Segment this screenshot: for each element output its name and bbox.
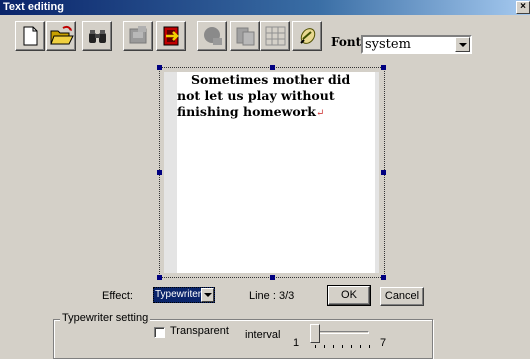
find-button[interactable] <box>82 21 112 51</box>
resize-handle[interactable] <box>381 65 386 70</box>
resize-handle[interactable] <box>270 275 275 280</box>
shape-button[interactable] <box>197 21 227 51</box>
slider-tick <box>360 345 361 348</box>
window-title: Text editing <box>3 1 64 13</box>
effect-label: Effect: <box>102 290 133 302</box>
line-status: Line : 3/3 <box>249 290 295 302</box>
exit-button[interactable] <box>156 21 186 51</box>
resize-handle[interactable] <box>381 170 386 175</box>
new-document-button[interactable] <box>15 21 45 51</box>
chevron-down-icon[interactable] <box>201 288 214 302</box>
import-icon <box>129 26 147 44</box>
ok-button[interactable]: OK <box>328 286 370 305</box>
slider-max-label: 7 <box>380 337 387 349</box>
return-mark-icon: ↵ <box>315 108 325 119</box>
slider-tick <box>369 345 370 348</box>
cancel-button[interactable]: Cancel <box>380 287 424 306</box>
brush-icon <box>300 28 316 44</box>
slider-tick <box>333 345 334 348</box>
effect-select[interactable]: Typewriter <box>153 287 215 303</box>
resize-handle[interactable] <box>381 275 386 280</box>
interval-slider-thumb[interactable] <box>310 324 320 343</box>
import-button[interactable] <box>123 21 153 51</box>
slider-tick <box>315 345 316 348</box>
text-editor[interactable]: Sometimes mother did not let us play wit… <box>164 72 379 273</box>
slider-tick <box>324 345 325 348</box>
editor-text: Sometimes mother did not let us play wit… <box>177 72 371 122</box>
transparent-checkbox[interactable] <box>154 327 165 338</box>
resize-handle[interactable] <box>270 65 275 70</box>
interval-label: interval <box>245 329 281 341</box>
table-button[interactable] <box>260 21 290 51</box>
slider-min-label: 1 <box>293 337 300 349</box>
close-button[interactable]: × <box>516 1 530 14</box>
slider-tick <box>351 345 352 348</box>
typewriter-setting-group <box>53 319 433 359</box>
typewriter-setting-title: Typewriter setting <box>60 312 151 324</box>
chevron-down-icon[interactable] <box>455 37 470 52</box>
open-folder-icon <box>50 25 74 45</box>
new-document-icon <box>23 26 38 46</box>
resize-handle[interactable] <box>157 65 162 70</box>
font-select-value: system <box>365 37 411 52</box>
transparent-label: Transparent <box>170 325 229 337</box>
resize-handle[interactable] <box>157 170 162 175</box>
slider-tick <box>342 345 343 348</box>
resize-handle[interactable] <box>157 275 162 280</box>
cards-icon <box>236 27 255 46</box>
brush-button[interactable] <box>292 21 322 51</box>
shape-icon <box>204 27 222 45</box>
effect-select-value: Typewriter <box>155 289 202 300</box>
cards-button[interactable] <box>230 21 260 51</box>
title-bar: Text editing × <box>0 0 530 15</box>
font-select[interactable]: system <box>361 35 472 54</box>
font-label: Font <box>331 35 362 49</box>
exit-icon <box>163 26 179 46</box>
table-grid-icon <box>265 26 286 46</box>
binoculars-icon <box>89 30 106 43</box>
open-folder-button[interactable] <box>46 21 76 51</box>
interval-slider-track[interactable] <box>313 331 369 334</box>
